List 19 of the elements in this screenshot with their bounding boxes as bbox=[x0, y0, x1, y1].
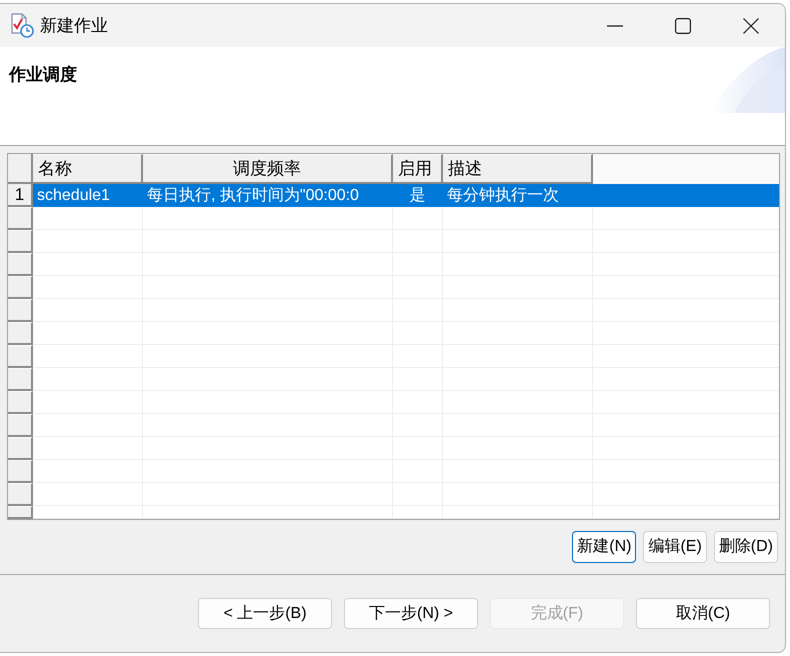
table-action-button[interactable]: 删除(D) bbox=[714, 531, 778, 563]
table-row[interactable]: schedule1 每日执行, 执行时间为"00:00:0 是 每分钟执行一次 bbox=[33, 184, 779, 207]
wizard-button[interactable]: < 上一步(B) bbox=[198, 598, 332, 629]
document-clock-icon bbox=[10, 13, 34, 38]
close-icon bbox=[743, 18, 759, 34]
wizard-button[interactable]: 下一步(N) > bbox=[344, 598, 478, 629]
maximize-icon bbox=[675, 18, 691, 34]
window-title: 新建作业 bbox=[40, 17, 108, 34]
row-header: 1 bbox=[8, 184, 33, 207]
table-action-button[interactable]: 编辑(E) bbox=[643, 531, 707, 563]
column-header[interactable]: 启用 bbox=[393, 154, 443, 184]
column-header[interactable]: 描述 bbox=[443, 154, 593, 184]
minimize-icon bbox=[607, 24, 623, 26]
page-heading: 作业调度 bbox=[9, 65, 77, 84]
table-corner-cell bbox=[8, 154, 33, 184]
table-action-button[interactable]: 新建(N) bbox=[572, 531, 636, 563]
column-header[interactable]: 调度频率 bbox=[143, 154, 393, 184]
wizard-button[interactable]: 取消(C) bbox=[636, 598, 770, 629]
column-header[interactable]: 名称 bbox=[33, 154, 143, 184]
